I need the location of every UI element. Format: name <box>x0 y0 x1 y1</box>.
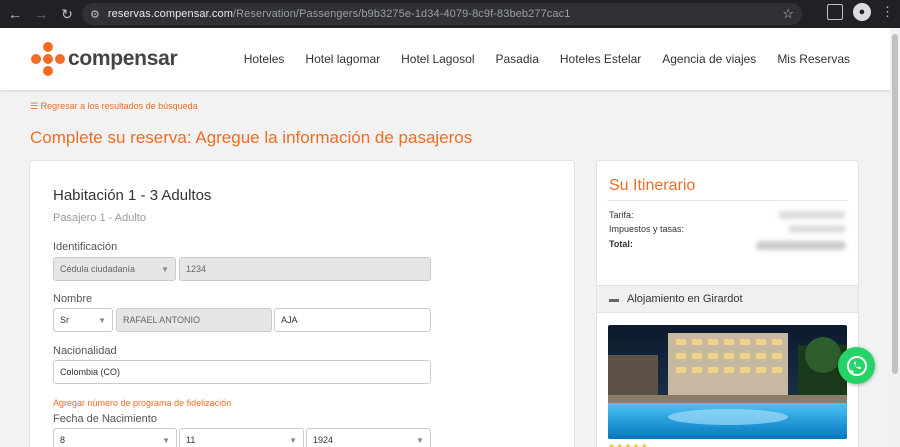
total-value-blurred <box>756 241 846 250</box>
id-number-value: 1234 <box>186 264 207 274</box>
chevron-down-icon: ▼ <box>162 435 170 445</box>
name-label: Nombre <box>53 293 93 305</box>
url-path: /Reservation/Passengers/b9b3275e-1d34-40… <box>232 8 571 20</box>
dob-year-select[interactable]: 1924 ▼ <box>306 428 431 447</box>
divider <box>607 200 848 201</box>
hotel-photo <box>608 325 847 439</box>
itinerary-title: Su Itinerario <box>609 177 696 194</box>
nationality-label: Nacionalidad <box>53 345 117 357</box>
passenger-form-card: Habitación 1 - 3 Adultos Pasajero 1 - Ad… <box>29 160 575 447</box>
url-text: reservas.compensar.com/Reservation/Passe… <box>108 8 571 20</box>
title-value: Sr <box>60 315 69 325</box>
compensar-logo[interactable]: compensar <box>31 42 178 76</box>
loyalty-program-link[interactable]: Agregar número de programa de fidelizaci… <box>53 398 231 408</box>
nav-agencia-viajes[interactable]: Agencia de viajes <box>662 52 756 66</box>
nav-pasadia[interactable]: Pasadia <box>496 52 539 66</box>
dob-day-select[interactable]: 8 ▼ <box>53 428 177 447</box>
chevron-down-icon: ▼ <box>416 435 424 445</box>
nav-hotel-lagomar[interactable]: Hotel lagomar <box>305 52 380 66</box>
nationality-input[interactable]: Colombia (CO) <box>53 360 431 384</box>
chevron-down-icon: ▼ <box>161 264 169 274</box>
hotel-rating-stars: ★★★★★ <box>608 442 649 447</box>
impuestos-label: Impuestos y tasas: <box>609 224 685 234</box>
nav-hoteles[interactable]: Hoteles <box>244 52 285 66</box>
dob-month-value: 11 <box>186 435 196 445</box>
last-name-value: AJA <box>281 315 298 325</box>
reload-icon[interactable]: ↻ <box>56 3 78 25</box>
id-type-select[interactable]: Cédula ciudadanía ▼ <box>53 257 176 281</box>
whatsapp-glyph <box>846 355 867 376</box>
chevron-down-icon: ▼ <box>98 315 106 325</box>
identification-label: Identificación <box>53 241 118 253</box>
url-host: reservas.compensar.com <box>107 8 233 20</box>
impuestos-value-blurred <box>788 225 846 233</box>
id-type-value: Cédula ciudadanía <box>60 264 136 274</box>
accommodation-label: Alojamiento en Girardot <box>627 293 743 305</box>
accommodation-header: ▬ Alojamiento en Girardot <box>597 285 858 313</box>
bookmark-star-icon[interactable]: ☆ <box>782 6 794 22</box>
room-title: Habitación 1 - 3 Adultos <box>53 187 212 204</box>
total-label: Total: <box>609 239 633 249</box>
logo-mark-icon <box>31 42 65 76</box>
browser-menu-icon[interactable]: ⋮ <box>881 4 894 20</box>
nationality-value: Colombia (CO) <box>60 367 121 377</box>
tarifa-label: Tarifa: <box>609 210 634 220</box>
nav-mis-reservas[interactable]: Mis Reservas <box>777 52 850 66</box>
page-scrollbar[interactable] <box>890 28 900 447</box>
whatsapp-icon[interactable] <box>838 347 875 384</box>
site-header: compensar Hoteles Hotel lagomar Hotel La… <box>0 28 900 90</box>
profile-avatar-icon[interactable]: ● <box>853 3 871 21</box>
dob-label: Fecha de Nacimiento <box>53 413 157 425</box>
back-arrow-icon[interactable]: ← <box>4 3 26 25</box>
tarifa-value-blurred <box>778 211 846 219</box>
scrollbar-thumb[interactable] <box>892 34 898 374</box>
bed-icon: ▬ <box>609 293 619 305</box>
list-icon: ☰ <box>30 101 41 111</box>
page-title: Complete su reserva: Agregue la informac… <box>30 128 473 147</box>
back-link-label: Regresar a los resultados de búsqueda <box>40 101 198 111</box>
first-name-value: RAFAEL ANTONIO <box>123 315 201 325</box>
hotel-pool-image <box>608 325 847 439</box>
address-bar[interactable]: ⚙ reservas.compensar.com/Reservation/Pas… <box>82 3 802 25</box>
dob-month-select[interactable]: 11 ▼ <box>179 428 304 447</box>
chevron-down-icon: ▼ <box>289 435 297 445</box>
nav-hotel-lagosol[interactable]: Hotel Lagosol <box>401 52 474 66</box>
last-name-input[interactable]: AJA <box>274 308 431 332</box>
first-name-input[interactable]: RAFAEL ANTONIO <box>116 308 272 332</box>
passenger-subtitle: Pasajero 1 - Adulto <box>53 212 146 224</box>
id-number-input[interactable]: 1234 <box>179 257 431 281</box>
dob-day-value: 8 <box>60 435 66 445</box>
nav-hoteles-estelar[interactable]: Hoteles Estelar <box>560 52 641 66</box>
back-to-results-link[interactable]: ☰ Regresar a los resultados de búsqueda <box>30 101 198 112</box>
forward-arrow-icon[interactable]: → <box>30 3 52 25</box>
logo-text: compensar <box>68 47 178 70</box>
itinerary-card: Su Itinerario Tarifa: Impuestos y tasas:… <box>596 160 859 447</box>
title-select[interactable]: Sr ▼ <box>53 308 113 332</box>
main-nav: Hoteles Hotel lagomar Hotel Lagosol Pasa… <box>244 52 850 66</box>
extensions-icon[interactable] <box>827 4 843 20</box>
dob-year-value: 1924 <box>313 435 334 445</box>
browser-toolbar: ← → ↻ ⚙ reservas.compensar.com/Reservati… <box>0 0 900 28</box>
site-info-icon[interactable]: ⚙ <box>90 8 100 21</box>
